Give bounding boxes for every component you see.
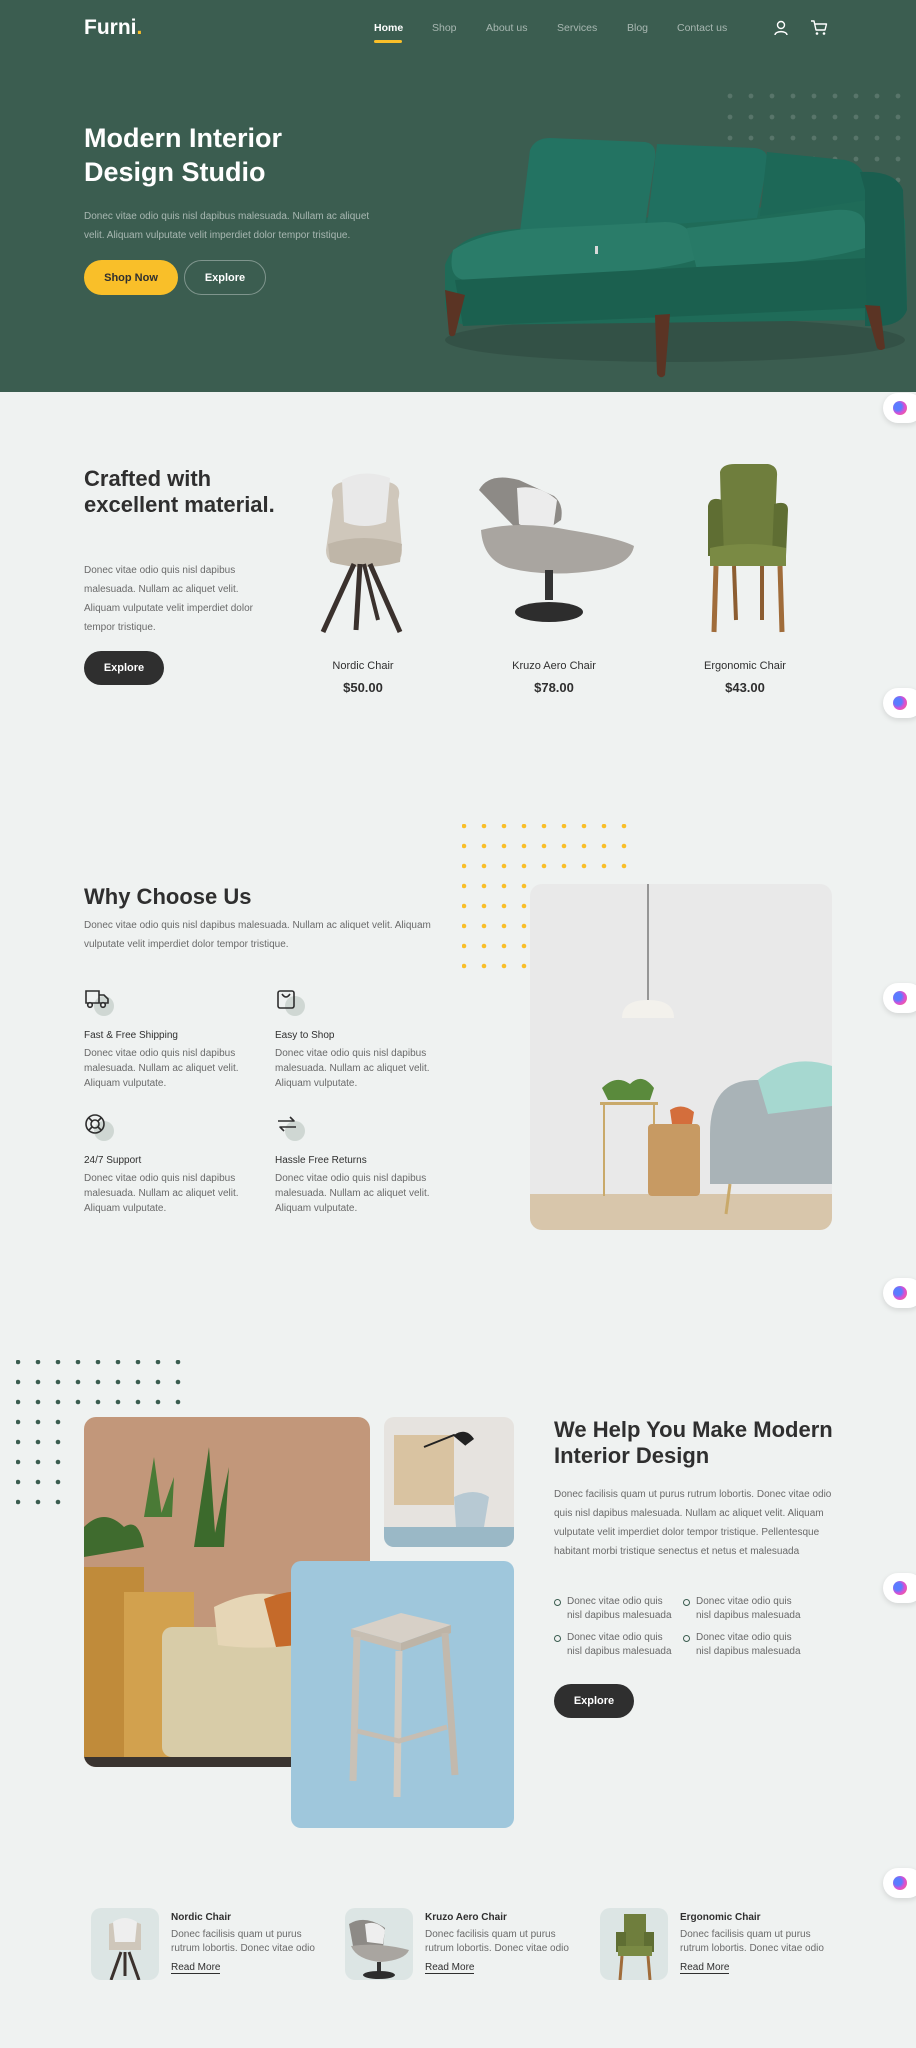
mini-product: Kruzo Aero Chair Donec facilisis quam ut… (345, 1904, 585, 1984)
ergonomic-chair-image (708, 464, 788, 633)
bag-icon (277, 990, 295, 1009)
support-icon (85, 1114, 105, 1134)
feature-title: Fast & Free Shipping (84, 1030, 178, 1041)
feature-icon-wrap (84, 988, 118, 1018)
mini-product-name: Kruzo Aero Chair (425, 1912, 507, 1923)
product-name: Nordic Chair (332, 660, 394, 672)
read-more-link[interactable]: Read More (171, 1962, 221, 1974)
nav-item-about[interactable]: About us (486, 22, 527, 34)
mini-product-name: Nordic Chair (171, 1912, 232, 1923)
mini-product-description: Donec facilisis quam ut purus rutrum lob… (171, 1929, 315, 1954)
product-name: Ergonomic Chair (704, 660, 786, 672)
why-title: Why Choose Us (84, 884, 252, 909)
hero-description: Donec vitae odio quis nisl dapibus males… (84, 211, 370, 241)
help-bullet: Donec vitae odio quis nisl dapibus males… (554, 1595, 674, 1623)
help-title: We Help You Make Modern Interior Design (554, 1417, 833, 1468)
floating-badge[interactable] (883, 1278, 916, 1308)
help-bullet: Donec vitae odio quis nisl dapibus males… (683, 1595, 803, 1623)
feature-description: Donec vitae odio quis nisl dapibus males… (84, 1048, 239, 1089)
brand-logo[interactable]: Furni. (84, 16, 142, 40)
floating-badge[interactable] (883, 983, 916, 1013)
read-more-link[interactable]: Read More (680, 1962, 730, 1974)
brain-icon (893, 1286, 907, 1300)
brain-icon (893, 696, 907, 710)
help-explore-button[interactable]: Explore (554, 1684, 634, 1718)
floating-badge[interactable] (883, 393, 916, 423)
brain-icon (893, 401, 907, 415)
stool-image (291, 1561, 514, 1828)
brain-icon (893, 991, 907, 1005)
product-card[interactable]: Nordic Chair $50.00 (278, 460, 448, 695)
nav-item-services[interactable]: Services (557, 22, 597, 34)
feature-title: 24/7 Support (84, 1155, 142, 1166)
feature-icon-wrap (84, 1113, 118, 1143)
mini-product-name: Ergonomic Chair (680, 1912, 761, 1923)
feature-icon-wrap (275, 988, 309, 1018)
product-card[interactable]: Kruzo Aero Chair $78.00 (469, 460, 639, 695)
mini-product-thumb (600, 1908, 668, 1980)
mini-product: Nordic Chair Donec facilisis quam ut pur… (91, 1904, 331, 1984)
product-price: $78.00 (534, 680, 574, 695)
truck-icon (85, 990, 109, 1009)
nav-item-contact[interactable]: Contact us (677, 22, 727, 34)
product-card[interactable]: Ergonomic Chair $43.00 (660, 460, 830, 695)
product-name: Kruzo Aero Chair (512, 660, 596, 672)
brain-icon (893, 1876, 907, 1890)
product-price: $50.00 (343, 680, 383, 695)
crafted-explore-button[interactable]: Explore (84, 651, 164, 685)
workspace-image (384, 1417, 514, 1547)
nav-item-blog[interactable]: Blog (627, 22, 648, 34)
kruzo-aero-chair-image (479, 477, 634, 622)
crafted-title: Crafted with excellent material. (84, 466, 275, 517)
shop-now-button[interactable]: Shop Now (84, 260, 178, 295)
hero-sofa-image (444, 138, 907, 378)
hero-title: Modern Interior Design Studio (84, 123, 283, 187)
feature-description: Donec vitae odio quis nisl dapibus males… (275, 1173, 430, 1214)
crafted-description: Donec vitae odio quis nisl dapibus males… (84, 565, 253, 633)
user-icon[interactable] (772, 19, 790, 37)
nav-item-home[interactable]: Home (374, 22, 403, 34)
floating-badge[interactable] (883, 1573, 916, 1603)
nav-item-shop[interactable]: Shop (432, 22, 457, 34)
feature-title: Easy to Shop (275, 1030, 335, 1041)
cart-icon[interactable] (810, 19, 828, 37)
interior-room-image (530, 884, 832, 1230)
brain-icon (893, 1581, 907, 1595)
mini-product-thumb (345, 1908, 413, 1980)
feature-description: Donec vitae odio quis nisl dapibus males… (275, 1048, 430, 1089)
feature-description: Donec vitae odio quis nisl dapibus males… (84, 1173, 239, 1214)
floating-badge[interactable] (883, 688, 916, 718)
mini-product-description: Donec facilisis quam ut purus rutrum lob… (680, 1929, 824, 1954)
why-description: Donec vitae odio quis nisl dapibus males… (84, 920, 431, 950)
return-icon (278, 1116, 296, 1132)
feature-icon-wrap (275, 1113, 309, 1143)
help-bullet: Donec vitae odio quis nisl dapibus males… (554, 1631, 674, 1659)
mini-product-thumb (91, 1908, 159, 1980)
nav-active-indicator (374, 40, 402, 43)
hero-section: Furni. Home Shop About us Services Blog … (0, 0, 916, 392)
nordic-chair-image (320, 473, 403, 634)
hero-explore-button[interactable]: Explore (184, 260, 266, 295)
floating-badge[interactable] (883, 1868, 916, 1898)
mini-product: Ergonomic Chair Donec facilisis quam ut … (600, 1904, 840, 1984)
mini-product-description: Donec facilisis quam ut purus rutrum lob… (425, 1929, 569, 1954)
help-description: Donec facilisis quam ut purus rutrum lob… (554, 1489, 832, 1557)
product-price: $43.00 (725, 680, 765, 695)
feature-title: Hassle Free Returns (275, 1155, 367, 1166)
read-more-link[interactable]: Read More (425, 1962, 475, 1974)
help-bullet: Donec vitae odio quis nisl dapibus males… (683, 1631, 803, 1659)
